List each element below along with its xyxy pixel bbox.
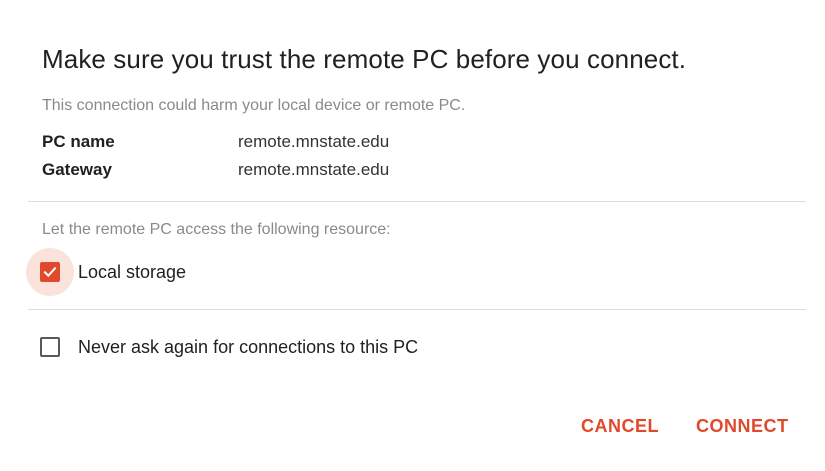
gateway-value: remote.mnstate.edu	[238, 160, 390, 179]
local-storage-label: Local storage	[78, 261, 187, 282]
never-ask-option[interactable]: Never ask again for connections to this …	[26, 323, 418, 371]
gateway-label: Gateway	[42, 160, 112, 179]
local-storage-option[interactable]: Local storage	[26, 248, 186, 296]
connect-button[interactable]: CONNECT	[696, 416, 789, 437]
cancel-button[interactable]: CANCEL	[581, 416, 659, 437]
local-storage-checkbox[interactable]	[40, 262, 60, 282]
warning-text: This connection could harm your local de…	[42, 97, 466, 114]
never-ask-checkbox[interactable]	[40, 337, 60, 357]
connection-trust-dialog: Make sure you trust the remote PC before…	[0, 0, 825, 471]
checkmark-icon	[43, 266, 57, 278]
never-ask-label: Never ask again for connections to this …	[78, 336, 419, 357]
pc-name-value: remote.mnstate.edu	[238, 132, 390, 151]
resource-intro-text: Let the remote PC access the following r…	[42, 221, 391, 238]
dialog-title: Make sure you trust the remote PC before…	[42, 44, 687, 74]
local-storage-checkbox-ripple	[26, 248, 74, 296]
pc-name-label: PC name	[42, 132, 115, 151]
divider-top	[28, 201, 806, 202]
divider-bottom	[28, 309, 806, 310]
never-ask-checkbox-ripple	[26, 323, 74, 371]
